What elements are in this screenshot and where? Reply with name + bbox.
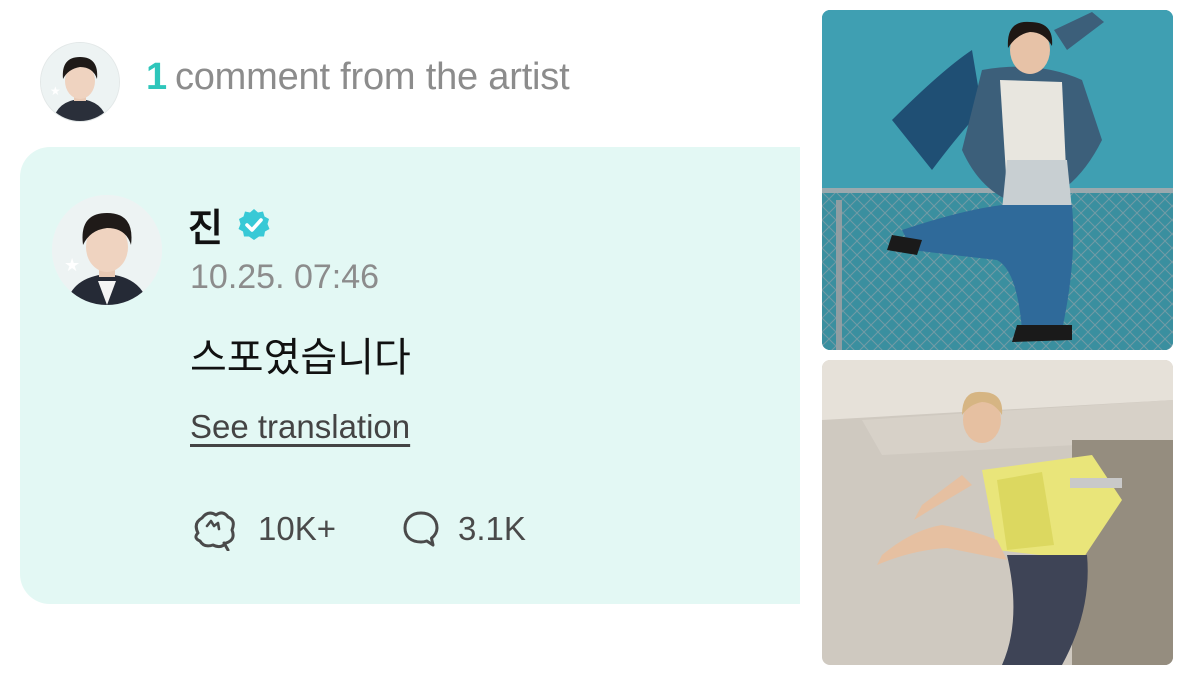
comment-count: 1: [146, 56, 167, 98]
svg-text:★: ★: [50, 84, 61, 98]
comment-card[interactable]: ★ 진 10.25. 07:46 스포였습니다 See translation …: [20, 147, 800, 604]
svg-text:★: ★: [64, 255, 80, 276]
comment-count-label: 1 comment from the artist: [146, 56, 570, 99]
artist-comment-header: ★ 1 comment from the artist: [40, 42, 800, 122]
author-name-row: 진: [188, 197, 270, 250]
like-count: 10K+: [258, 510, 336, 547]
photo-jumping-fence[interactable]: [822, 10, 1173, 350]
reply-count: 3.1K: [458, 510, 526, 547]
see-translation-link[interactable]: See translation: [190, 408, 410, 446]
artist-avatar-small[interactable]: ★: [40, 42, 120, 122]
verified-badge-icon: [236, 207, 272, 243]
author-avatar[interactable]: ★: [52, 195, 162, 305]
like-icon: [194, 511, 235, 551]
comment-timestamp: 10.25. 07:46: [190, 258, 380, 296]
reply-button[interactable]: 3.1K: [402, 505, 526, 553]
author-name[interactable]: 진: [188, 206, 223, 250]
comment-text: 스포였습니다: [190, 335, 411, 381]
speech-bubble-icon: [403, 511, 439, 547]
like-button[interactable]: 10K+: [190, 505, 336, 553]
comment-count-text: comment from the artist: [174, 56, 570, 98]
photo-leaping-vest[interactable]: [822, 360, 1173, 665]
